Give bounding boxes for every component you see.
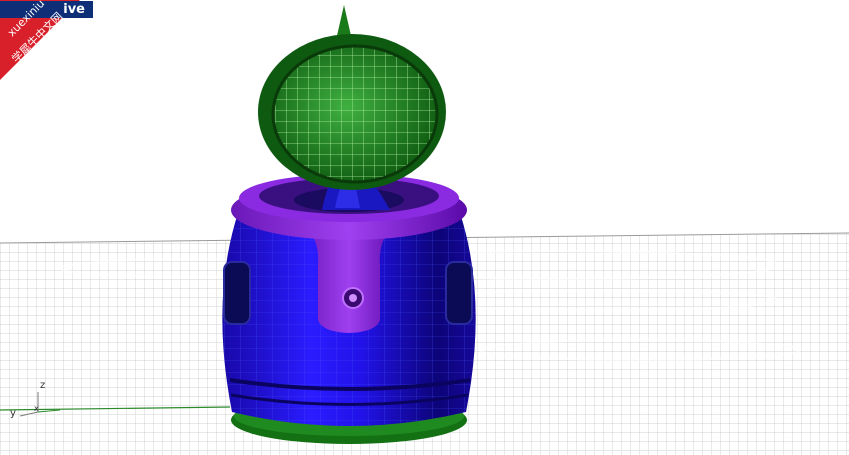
axis-z-label: z bbox=[40, 380, 46, 391]
rhino-perspective-viewport[interactable]: ive xuexiniu 学犀牛中文网 z y x bbox=[0, 0, 849, 455]
right-grip bbox=[445, 261, 473, 325]
lid bbox=[258, 5, 446, 190]
viewport-title-label: ive bbox=[63, 2, 85, 17]
axis-y-label: y bbox=[10, 408, 16, 419]
viewport-scene[interactable] bbox=[0, 0, 849, 455]
axis-x-label: x bbox=[34, 404, 39, 413]
left-grip bbox=[223, 261, 251, 325]
container-body bbox=[222, 213, 476, 426]
